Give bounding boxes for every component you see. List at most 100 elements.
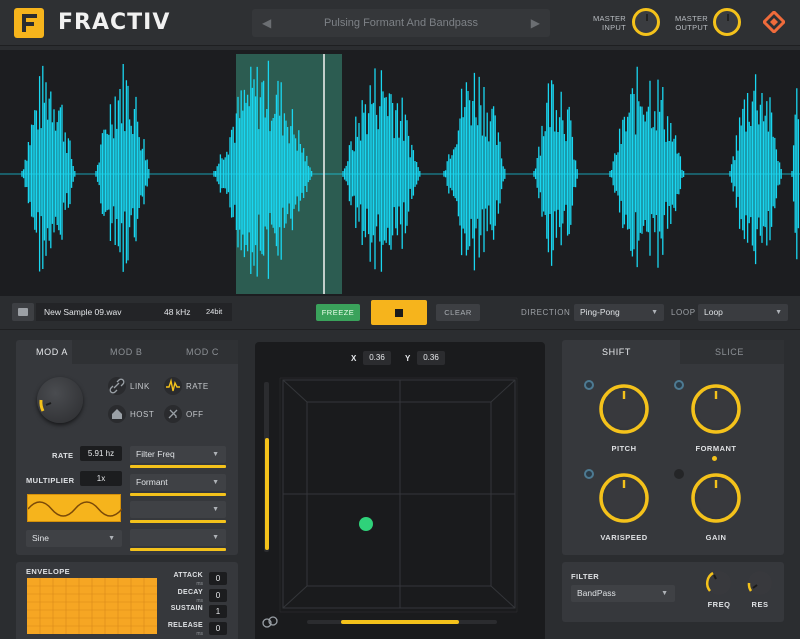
sustain-value[interactable]: 1	[209, 605, 227, 618]
multiplier-value[interactable]: 1x	[80, 471, 122, 486]
folder-icon[interactable]	[12, 303, 34, 321]
formant-indicator	[712, 456, 717, 461]
freq-knob[interactable]	[705, 569, 733, 597]
filter-type-select[interactable]: BandPass ▼	[571, 585, 675, 602]
waveform-display[interactable]	[0, 50, 800, 296]
mod-destination-1-value: Filter Freq	[136, 449, 175, 459]
preset-name: Pulsing Formant And Bandpass	[323, 17, 479, 29]
freeze-button[interactable]: FREEZE	[316, 304, 360, 321]
multiplier-label: MULTIPLIER	[26, 476, 75, 485]
pitch-mod-dot[interactable]	[584, 380, 594, 390]
off-label: OFF	[186, 410, 204, 419]
release-label: RELEASE	[167, 622, 203, 629]
master-output-knob[interactable]	[713, 8, 741, 36]
gain-mod-dot[interactable]	[674, 469, 684, 479]
loop-value: Loop	[704, 307, 723, 317]
mod-destination-2[interactable]: Formant ▼	[130, 474, 226, 491]
host-label: HOST	[130, 410, 155, 419]
sustain-label: SUSTAIN	[170, 605, 203, 612]
chevron-down-icon: ▼	[661, 590, 668, 597]
chevron-down-icon: ▼	[212, 534, 219, 541]
gain-knob[interactable]	[690, 472, 742, 524]
link-label: LINK	[130, 382, 150, 391]
clear-button[interactable]: CLEAR	[436, 304, 480, 321]
envelope-display[interactable]	[27, 578, 157, 634]
attack-value[interactable]: 0	[209, 572, 227, 585]
filter-type-value: BandPass	[577, 588, 616, 598]
y-slider	[265, 438, 269, 550]
xy-link-icon	[262, 616, 278, 628]
mod-destination-1[interactable]: Filter Freq ▼	[130, 446, 226, 463]
brand-logo-icon[interactable]	[763, 11, 785, 33]
lfo-shape-select[interactable]: Sine ▼	[26, 530, 122, 547]
gain-label: GAIN	[705, 533, 727, 542]
res-knob[interactable]	[746, 569, 774, 597]
master-input-knob[interactable]	[632, 8, 660, 36]
preset-selector[interactable]: ◀ Pulsing Formant And Bandpass ▶	[252, 9, 550, 37]
release-unit: ms	[196, 631, 203, 637]
mod-depth-bar-4[interactable]	[130, 548, 226, 551]
xy-pad[interactable]	[255, 342, 545, 639]
decay-value[interactable]: 0	[209, 589, 227, 602]
tab-shift[interactable]: SHIFT	[602, 347, 631, 357]
app-logo	[14, 8, 44, 38]
stop-button[interactable]	[371, 300, 427, 325]
decay-unit: ms	[196, 598, 203, 604]
mod-destination-4[interactable]: ▼	[130, 529, 226, 546]
formant-mod-dot[interactable]	[674, 380, 684, 390]
loop-label: LOOP	[671, 308, 696, 317]
release-value[interactable]: 0	[209, 622, 227, 635]
file-info: New Sample 09.wav 48 kHz 24bit	[36, 303, 232, 321]
next-preset-icon[interactable]: ▶	[531, 16, 540, 30]
attack-label: ATTACK	[173, 572, 203, 579]
tab-mod-a[interactable]: MOD A	[36, 347, 68, 357]
mod-destination-2-value: Formant	[136, 477, 168, 487]
formant-knob[interactable]	[690, 383, 742, 435]
attack-unit: ms	[196, 581, 203, 587]
decay-label: DECAY	[177, 589, 203, 596]
prev-preset-icon[interactable]: ◀	[262, 16, 271, 30]
varispeed-label: VARISPEED	[600, 533, 648, 542]
tab-mod-c[interactable]: MOD C	[186, 347, 219, 357]
host-icon[interactable]	[108, 405, 126, 423]
link-icon[interactable]	[108, 377, 126, 395]
direction-label: DIRECTION	[521, 308, 571, 317]
mod-destination-3[interactable]: ▼	[130, 501, 226, 518]
bit-depth: 24bit	[206, 307, 223, 316]
rate-wave-icon[interactable]	[164, 377, 182, 395]
varispeed-knob[interactable]	[598, 472, 650, 524]
rate-value[interactable]: 5.91 hz	[80, 446, 122, 461]
rate-label: RATE	[52, 451, 74, 460]
mod-depth-bar-1[interactable]	[130, 465, 226, 468]
tab-slice[interactable]: SLICE	[715, 347, 744, 357]
pitch-knob[interactable]	[598, 383, 650, 435]
xy-pad-panel: X 0.36 Y 0.36	[255, 342, 545, 639]
formant-label: FORMANT	[695, 444, 737, 453]
loop-select[interactable]: Loop ▼	[698, 304, 788, 321]
chevron-down-icon: ▼	[212, 506, 219, 513]
varispeed-mod-dot[interactable]	[584, 469, 594, 479]
x-slider	[341, 620, 459, 624]
app-name: FRACTIV	[58, 10, 171, 35]
tab-mod-b[interactable]: MOD B	[110, 347, 143, 357]
mod-amount-knob[interactable]	[37, 377, 83, 423]
mod-depth-bar-3[interactable]	[130, 520, 226, 523]
envelope-grid	[27, 578, 157, 634]
rate-toggle-label: RATE	[186, 382, 209, 391]
pitch-label: PITCH	[611, 444, 637, 453]
chevron-down-icon: ▼	[651, 309, 658, 316]
xy-dot	[359, 517, 373, 531]
file-name: New Sample 09.wav	[44, 307, 122, 317]
direction-value: Ping-Pong	[580, 307, 620, 317]
direction-select[interactable]: Ping-Pong ▼	[574, 304, 664, 321]
chevron-down-icon: ▼	[108, 535, 115, 542]
stop-icon	[395, 309, 403, 317]
mod-depth-bar-2[interactable]	[130, 493, 226, 496]
res-label: RES	[751, 600, 769, 609]
off-icon[interactable]	[164, 405, 182, 423]
waveform-graphic	[0, 54, 800, 294]
chevron-down-icon: ▼	[775, 309, 782, 316]
master-output-label: MASTER OUTPUT	[674, 14, 708, 32]
chevron-down-icon: ▼	[212, 479, 219, 486]
envelope-label: ENVELOPE	[26, 567, 71, 576]
